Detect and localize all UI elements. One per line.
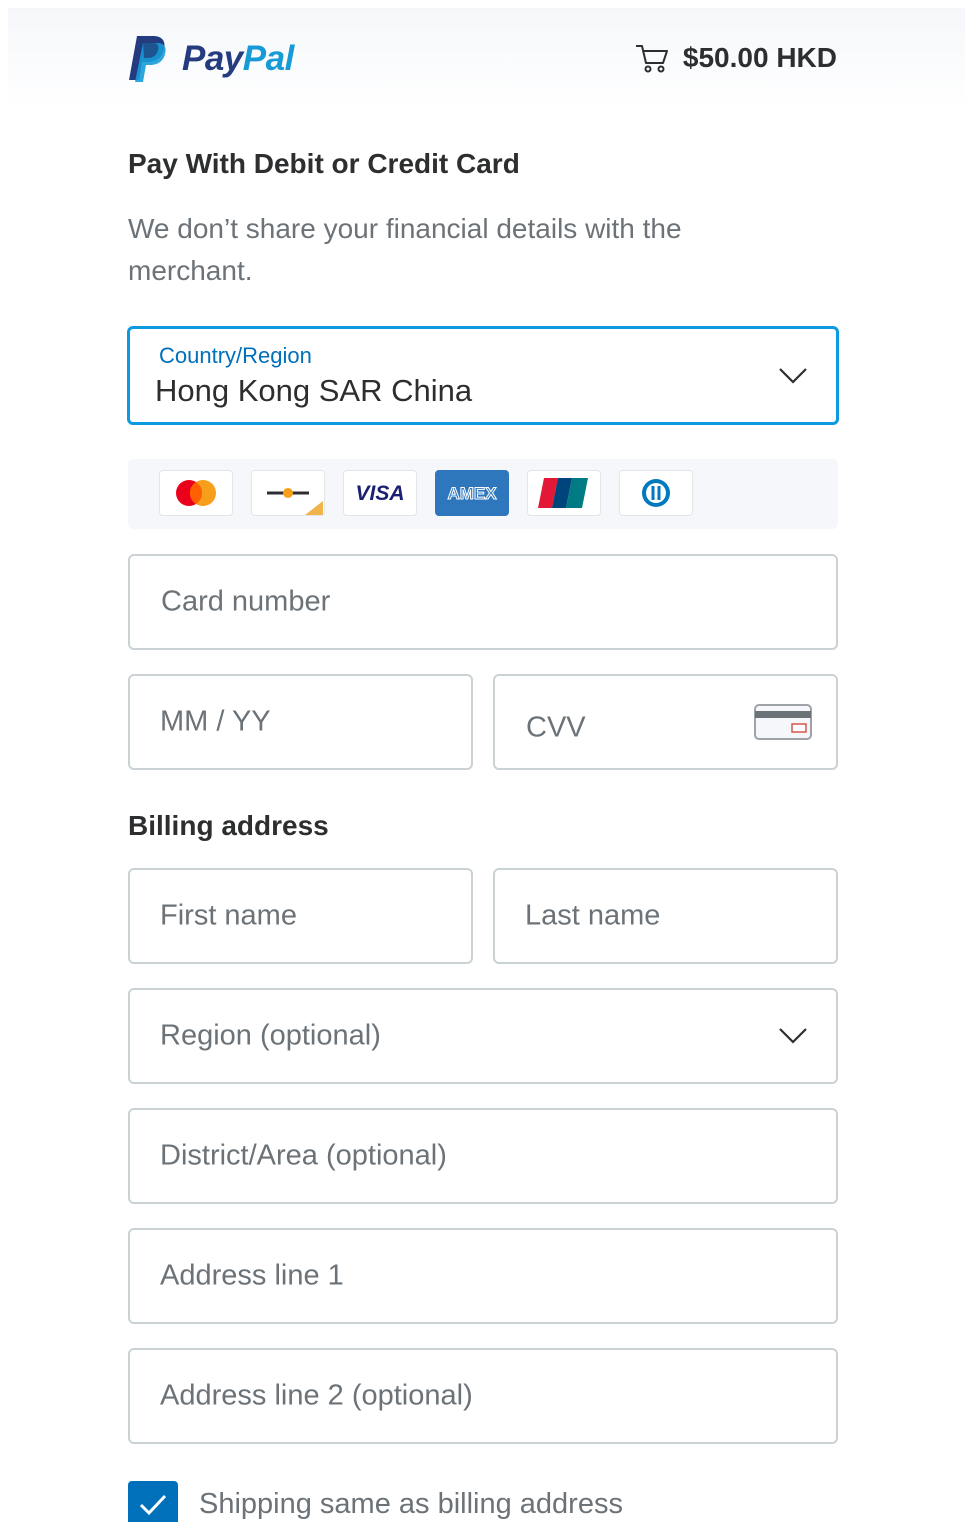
mastercard-icon [159, 470, 233, 516]
amex-icon: AMEX [435, 470, 509, 516]
address-line-2-field[interactable]: Address line 2 (optional) [128, 1348, 838, 1444]
page-title: Pay With Debit or Credit Card [128, 148, 520, 179]
maestro-icon [251, 470, 325, 516]
expiry-field[interactable]: MM / YY [128, 674, 473, 770]
diners-club-icon [619, 470, 693, 516]
shipping-same-label[interactable]: Shipping same as billing address [199, 1488, 623, 1521]
cvv-placeholder: CVV [526, 711, 586, 744]
country-label: Country/Region [159, 343, 312, 368]
first-name-field[interactable]: First name [128, 868, 473, 964]
paypal-wordmark: PayPal [182, 39, 294, 78]
last-name-placeholder: Last name [525, 899, 661, 932]
paypal-logo: PayPal [128, 34, 294, 84]
country-value: Hong Kong SAR China [155, 373, 473, 408]
country-select[interactable]: Country/Region Hong Kong SAR China [127, 326, 839, 425]
address-line-2-placeholder: Address line 2 (optional) [160, 1379, 473, 1412]
card-number-placeholder: Card number [161, 585, 331, 618]
last-name-field[interactable]: Last name [493, 868, 838, 964]
expiry-placeholder: MM / YY [160, 705, 271, 738]
cart-summary[interactable]: $50.00 HKD [635, 42, 837, 74]
page-subtitle: We don’t share your financial details wi… [128, 213, 682, 286]
card-back-icon [754, 704, 812, 740]
chevron-down-icon [779, 367, 807, 384]
cart-amount: $50.00 HKD [682, 42, 837, 73]
address-line-1-field[interactable]: Address line 1 [128, 1228, 838, 1324]
unionpay-icon [527, 470, 601, 516]
checkmark-icon [139, 1494, 167, 1516]
card-brands-strip: VISA AMEX [128, 459, 838, 529]
visa-icon: VISA [343, 470, 417, 516]
cvv-field[interactable]: CVV [493, 674, 838, 770]
district-field[interactable]: District/Area (optional) [128, 1108, 838, 1204]
shipping-same-checkbox[interactable] [128, 1481, 178, 1522]
cart-icon [635, 45, 668, 73]
district-placeholder: District/Area (optional) [160, 1139, 447, 1172]
paypal-mark-icon [129, 36, 166, 82]
first-name-placeholder: First name [160, 899, 297, 932]
region-select[interactable]: Region (optional) [128, 988, 838, 1084]
svg-text:AMEX: AMEX [447, 484, 497, 503]
billing-address-heading: Billing address [128, 810, 329, 841]
svg-text:VISA: VISA [355, 482, 404, 505]
chevron-down-icon [779, 1028, 807, 1044]
region-placeholder: Region (optional) [160, 1019, 381, 1052]
header: PayPal $50.00 HKD [8, 8, 965, 108]
address-line-1-placeholder: Address line 1 [160, 1259, 344, 1292]
card-number-field[interactable]: Card number [128, 554, 838, 650]
